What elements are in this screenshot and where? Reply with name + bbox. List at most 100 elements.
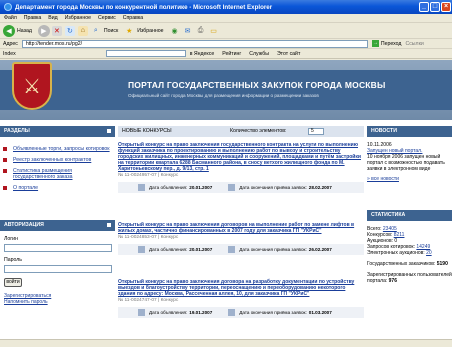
razdely-title: РАЗДЕЛЫ [4,128,30,134]
tenders-header: НОВЫЕ КОНКУРСЫ Количество элементов: 5 [118,126,364,137]
stat-gov: Государственных заказчиков: 5190 [367,261,448,267]
stop-icon[interactable]: ✕ [51,25,62,36]
menu-link[interactable]: О портале [13,185,38,191]
menu-item-registry[interactable]: Реестр заключенных контрактов [3,157,115,163]
bullet-icon [3,147,7,151]
news-title: НОВОСТИ [371,128,397,134]
close-button[interactable]: × [441,2,451,12]
menu-tools[interactable]: Сервис [98,15,116,21]
stats-header: СТАТИСТИКА [367,210,452,221]
window-titlebar: Департамент города Москвы по конкурентно… [0,0,452,14]
remind-password-link[interactable]: Напомнить пароль [4,299,114,305]
menu-bar: Файл Правка Вид Избранное Сервис Справка [0,14,452,23]
calendar-icon [138,309,145,316]
emblem-icon[interactable]: ⚔ [12,62,52,110]
services-button[interactable]: Службы [249,51,269,57]
deadline-icon [228,309,236,316]
tender-item: Открытый конкурс на право заключения дог… [118,222,364,255]
password-field[interactable] [4,265,112,273]
tender-dates: Дата объявления: 20.01.2007 Дата окончани… [118,244,364,255]
collapse-icon[interactable] [107,129,111,133]
menu-item-tenders[interactable]: Объявленные торги, запросы котировок [3,146,115,152]
sections-menu: Объявленные торги, запросы котировок Рее… [3,146,115,196]
yandex-search-button[interactable]: в Яндексе [190,51,215,57]
tender-item: Открытый конкурс на право заключения гос… [118,142,364,193]
yandex-search-input[interactable] [105,50,186,57]
password-label: Пароль [4,257,22,263]
back-icon[interactable]: ◀ [3,24,15,37]
page-content: ⚔ ПОРТАЛ ГОСУДАРСТВЕННЫХ ЗАКУПОК ГОРОДА … [0,60,452,339]
menu-item-statistics[interactable]: Статистика размещения государственного з… [3,168,115,180]
tender-number: № 11-0024957-07 | Конкурс [118,173,179,178]
go-label: Переход [380,40,402,47]
auth-form: Логин Пароль войти Зарегистрироваться На… [4,236,114,305]
menu-edit[interactable]: Правка [24,15,42,21]
browser-toolbar: ◀ Назад ▶ ✕ ↻ ⌂ ⌕ Поиск ★ Избранное ◉ ✉ … [0,23,452,39]
refresh-icon[interactable]: ↻ [64,25,75,36]
all-news-link[interactable]: » все новости [367,176,452,182]
favorites-label[interactable]: Избранное [137,28,163,34]
folder-icon[interactable]: ▭ [209,26,219,36]
collapse-icon[interactable] [107,223,111,227]
deadline-icon [228,246,236,253]
menu-help[interactable]: Справка [123,15,143,21]
menu-view[interactable]: Вид [48,15,57,21]
tender-link[interactable]: Открытый конкурс на право заключения дог… [118,222,364,234]
tender-link[interactable]: Открытый конкурс на право заключения дог… [118,279,364,297]
razdely-header: РАЗДЕЛЫ [0,126,115,137]
news-block: 10.11.2006 Запущен новый портал. 10 нояб… [367,142,452,182]
menu-file[interactable]: Файл [4,15,17,21]
auth-header: АВТОРИЗАЦИЯ [0,220,115,231]
rating-button[interactable]: Рейтинг [222,51,241,57]
back-label[interactable]: Назад [17,28,32,34]
maximize-button[interactable]: □ [430,2,440,12]
tender-dates: Дата объявления: 20.01.2007 Дата окончани… [118,182,364,193]
go-button[interactable]: → Переход [371,40,402,47]
calendar-icon [138,246,145,253]
stat-users: Зарегистрированных пользователей портала… [367,272,452,284]
stat-e-auctions: Электронных аукционов: 20 [367,250,432,256]
status-bar [0,339,452,347]
menu-favorites[interactable]: Избранное [65,15,91,21]
bullet-icon [3,186,7,190]
login-button[interactable]: войти [4,278,22,287]
tender-link[interactable]: Открытый конкурс на право заключения гос… [118,142,364,172]
search-icon[interactable]: ⌕ [91,26,101,36]
home-icon[interactable]: ⌂ [77,25,88,36]
tender-number: № 11-0024747-07 | Конкурс [118,298,179,303]
tenders-title: НОВЫЕ КОНКУРСЫ [122,128,172,134]
history-icon[interactable]: ◉ [170,26,180,36]
login-field[interactable] [4,244,112,252]
zone-button[interactable]: Этот сайт [277,51,300,57]
count-select[interactable]: 5 [308,128,324,135]
search-label[interactable]: Поиск [104,28,118,34]
mail-icon[interactable]: ✉ [183,26,193,36]
tender-number: № 11-0024853-07 | Конкурс [118,235,179,240]
minimize-button[interactable]: _ [419,2,429,12]
forward-icon[interactable]: ▶ [37,24,50,37]
index-button[interactable]: Index [3,51,16,57]
menu-link[interactable]: Статистика размещения государственного з… [13,168,115,180]
links-label[interactable]: Ссылки [405,41,423,47]
ie-icon [4,3,12,11]
stats-title: СТАТИСТИКА [371,212,406,218]
calendar-icon [138,184,145,191]
login-label: Логин [4,236,18,242]
count-label: Количество элементов: [230,128,287,134]
news-text: 10 ноября 2006 запущен новый портал с во… [367,154,445,172]
news-header: НОВОСТИ [367,126,452,137]
menu-link[interactable]: Объявленные торги, запросы котировок [13,146,110,152]
deadline-icon [228,184,236,191]
menu-link[interactable]: Реестр заключенных контрактов [13,157,91,163]
address-label: Адрес [3,40,18,47]
links-bar: Index в Яндексе Рейтинг Службы Этот сайт [0,49,452,59]
window-title: Департамент города Москвы по конкурентно… [15,3,273,11]
portal-title: ПОРТАЛ ГОСУДАРСТВЕННЫХ ЗАКУПОК ГОРОДА МО… [128,80,386,90]
menu-item-about[interactable]: О портале [3,185,115,191]
favorites-icon[interactable]: ★ [124,26,134,36]
banner-bar [0,70,452,110]
print-icon[interactable]: ⎙ [196,26,206,36]
bullet-icon [3,169,7,173]
portal-subtitle: Официальный сайт города Москвы для разме… [128,93,319,98]
address-input[interactable]: http://tender.mos.ru/pg2/ [21,39,368,48]
